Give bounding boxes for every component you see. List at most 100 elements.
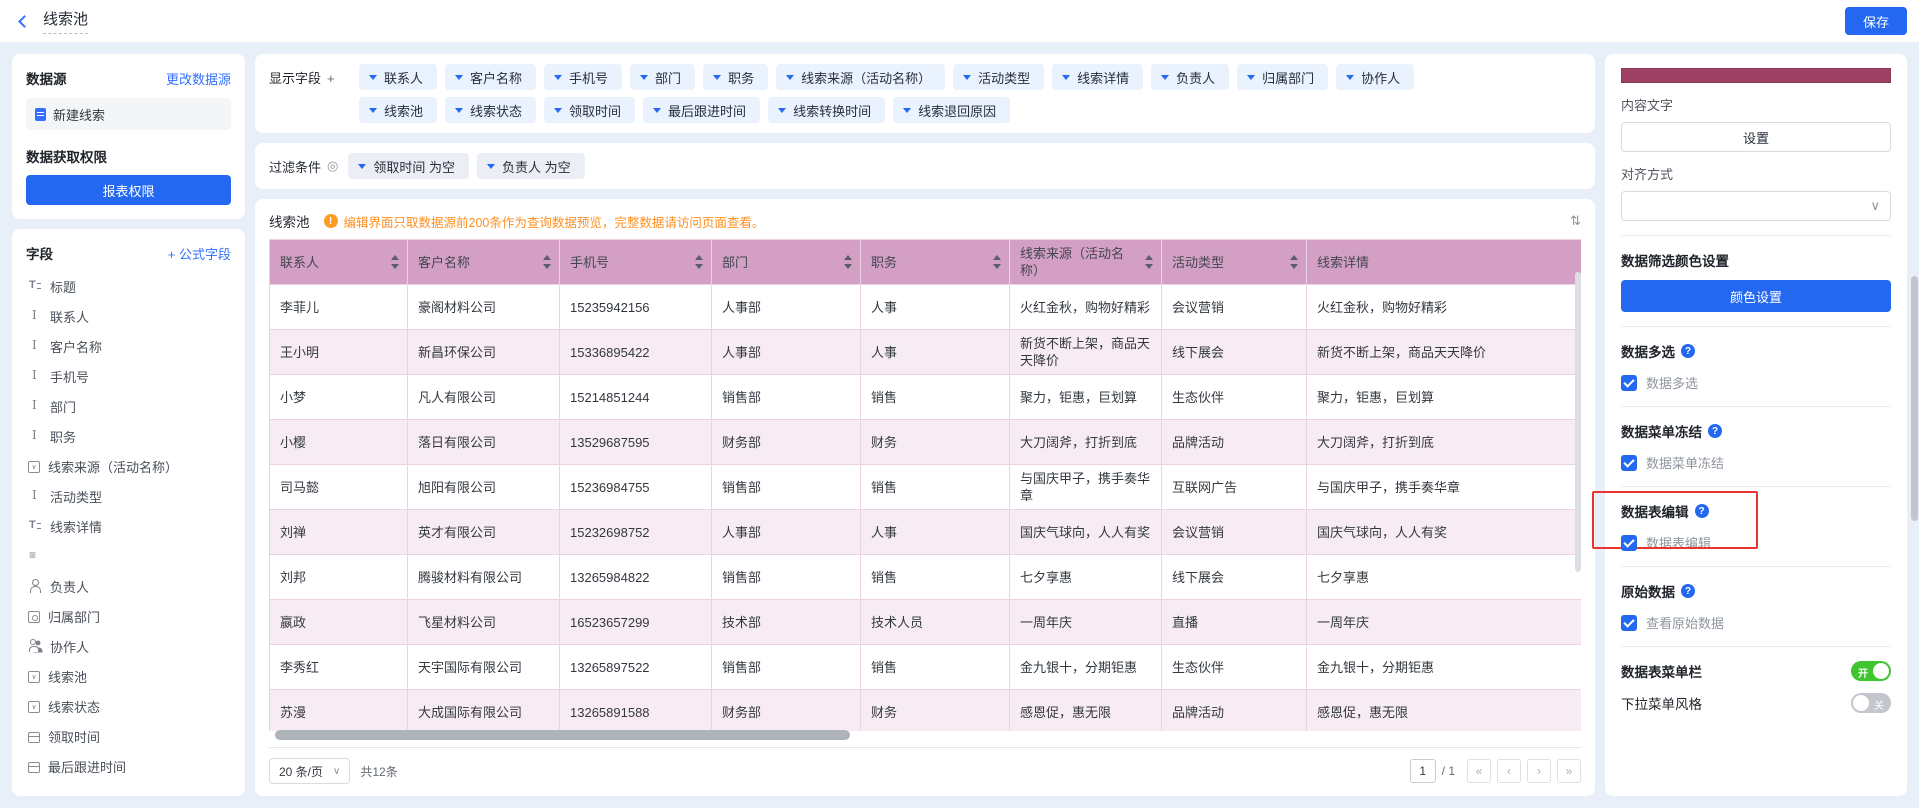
table-cell[interactable]: 大刀阔斧，打折到底 — [1010, 420, 1162, 465]
table-cell[interactable]: 互联网广告 — [1162, 465, 1307, 510]
table-cell[interactable]: 旭阳有限公司 — [408, 465, 560, 510]
filter-chip[interactable]: 领取时间 为空 — [348, 153, 469, 179]
field-item[interactable]: 线索状态 — [26, 691, 231, 721]
table-cell[interactable]: 天宇国际有限公司 — [408, 645, 560, 690]
field-item[interactable]: 归属部门 — [26, 601, 231, 631]
table-cell[interactable]: 王小明 — [270, 330, 408, 375]
table-cell[interactable]: 销售部 — [712, 465, 861, 510]
table-cell[interactable]: 司马懿 — [270, 465, 408, 510]
sort-order-icon[interactable]: ⇅ — [1570, 213, 1581, 229]
question-icon[interactable]: ? — [1708, 424, 1722, 438]
sort-icon[interactable] — [543, 255, 551, 269]
table-cell[interactable]: 小梦 — [270, 375, 408, 420]
table-cell[interactable]: 嬴政 — [270, 600, 408, 645]
table-cell[interactable]: 15336895422 — [560, 330, 712, 375]
sort-icon[interactable] — [391, 255, 399, 269]
table-cell[interactable]: 李菲儿 — [270, 285, 408, 330]
table-cell[interactable]: 人事 — [861, 285, 1010, 330]
table-cell[interactable]: 会议营销 — [1162, 285, 1307, 330]
table-cell[interactable]: 新货不断上架，商品天天降价 — [1307, 330, 1582, 375]
table-cell[interactable]: 销售 — [861, 555, 1010, 600]
checkbox-checked[interactable] — [1621, 615, 1637, 631]
datasource-item[interactable]: 新建线索 — [26, 98, 231, 130]
column-header[interactable]: 职务 — [861, 240, 1010, 285]
checkbox-checked[interactable] — [1621, 375, 1637, 391]
display-field-chip[interactable]: 线索状态 — [445, 97, 536, 123]
column-header[interactable]: 线索来源（活动名称） — [1010, 240, 1162, 285]
question-icon[interactable]: ? — [1681, 584, 1695, 598]
table-cell[interactable]: 生态伙伴 — [1162, 375, 1307, 420]
column-header[interactable]: 活动类型 — [1162, 240, 1307, 285]
field-item[interactable]: 手机号 — [26, 361, 231, 391]
table-cell[interactable]: 销售部 — [712, 555, 861, 600]
table-cell[interactable]: 与国庆甲子，携手奏华章 — [1307, 465, 1582, 510]
table-cell[interactable]: 品牌活动 — [1162, 420, 1307, 465]
table-cell[interactable]: 腾骏材料有限公司 — [408, 555, 560, 600]
checkbox-checked[interactable] — [1621, 455, 1637, 471]
display-field-chip[interactable]: 手机号 — [544, 64, 622, 90]
table-cell[interactable]: 火红金秋，购物好精彩 — [1307, 285, 1582, 330]
table-cell[interactable]: 财务 — [861, 690, 1010, 732]
table-cell[interactable]: 线下展会 — [1162, 330, 1307, 375]
last-page-button[interactable]: » — [1557, 759, 1581, 783]
table-cell[interactable]: 人事部 — [712, 285, 861, 330]
table-cell[interactable]: 人事 — [861, 330, 1010, 375]
field-item[interactable]: 标题 — [26, 271, 231, 301]
prev-page-button[interactable]: ‹ — [1497, 759, 1521, 783]
table-cell[interactable]: 财务部 — [712, 420, 861, 465]
sort-icon[interactable] — [993, 255, 1001, 269]
field-item[interactable]: 协作人 — [26, 631, 231, 661]
table-cell[interactable]: 国庆气球向，人人有奖 — [1307, 510, 1582, 555]
field-item[interactable]: 活动类型 — [26, 481, 231, 511]
table-cell[interactable]: 15235942156 — [560, 285, 712, 330]
field-item[interactable]: 线索详情 — [26, 511, 231, 541]
column-header[interactable]: 联系人 — [270, 240, 408, 285]
table-cell[interactable]: 聚力，钜惠，巨划算 — [1307, 375, 1582, 420]
field-item[interactable]: 负责人 — [26, 571, 231, 601]
table-cell[interactable]: 人事部 — [712, 330, 861, 375]
back-icon[interactable] — [18, 15, 31, 28]
sort-icon[interactable] — [695, 255, 703, 269]
field-item[interactable]: 线索来源（活动名称） — [26, 451, 231, 481]
table-cell[interactable]: 技术人员 — [861, 600, 1010, 645]
field-item[interactable]: 领取时间 — [26, 721, 231, 751]
column-header[interactable]: 线索详情 — [1307, 240, 1582, 285]
table-cell[interactable]: 15232698752 — [560, 510, 712, 555]
display-field-chip[interactable]: 领取时间 — [544, 97, 635, 123]
table-cell[interactable]: 与国庆甲子，携手奏华章 — [1010, 465, 1162, 510]
table-cell[interactable]: 刘禅 — [270, 510, 408, 555]
filter-target-icon[interactable]: ◎ — [327, 158, 338, 174]
table-cell[interactable]: 落日有限公司 — [408, 420, 560, 465]
table-cell[interactable]: 大成国际有限公司 — [408, 690, 560, 732]
table-cell[interactable]: 飞星材料公司 — [408, 600, 560, 645]
table-cell[interactable]: 13265984822 — [560, 555, 712, 600]
table-cell[interactable]: 金九银十，分期钜惠 — [1307, 645, 1582, 690]
table-cell[interactable]: 销售 — [861, 375, 1010, 420]
table-cell[interactable]: 聚力，钜惠，巨划算 — [1010, 375, 1162, 420]
display-field-chip[interactable]: 线索详情 — [1052, 64, 1143, 90]
table-cell[interactable]: 13529687595 — [560, 420, 712, 465]
table-cell[interactable]: 13265897522 — [560, 645, 712, 690]
display-field-chip[interactable]: 线索转换时间 — [768, 97, 885, 123]
table-cell[interactable]: 英才有限公司 — [408, 510, 560, 555]
table-cell[interactable]: 技术部 — [712, 600, 861, 645]
horizontal-scroll-thumb[interactable] — [275, 730, 850, 740]
change-datasource-link[interactable]: 更改数据源 — [166, 69, 231, 88]
table-cell[interactable]: 国庆气球向，人人有奖 — [1010, 510, 1162, 555]
table-cell[interactable]: 李秀红 — [270, 645, 408, 690]
table-cell[interactable]: 生态伙伴 — [1162, 645, 1307, 690]
field-item[interactable]: 客户名称 — [26, 331, 231, 361]
table-cell[interactable]: 品牌活动 — [1162, 690, 1307, 732]
sort-icon[interactable] — [1290, 255, 1298, 269]
filter-chip[interactable]: 负责人 为空 — [477, 153, 585, 179]
content-text-settings-button[interactable]: 设置 — [1621, 122, 1891, 152]
checkbox-checked[interactable] — [1621, 535, 1637, 551]
save-button[interactable]: 保存 — [1845, 7, 1907, 35]
display-field-chip[interactable]: 协作人 — [1336, 64, 1414, 90]
field-item[interactable]: 部门 — [26, 391, 231, 421]
table-cell[interactable]: 感恩促，惠无限 — [1010, 690, 1162, 732]
display-field-chip[interactable]: 部门 — [630, 64, 695, 90]
display-field-chip[interactable]: 客户名称 — [445, 64, 536, 90]
sort-icon[interactable] — [844, 255, 852, 269]
display-field-chip[interactable]: 联系人 — [359, 64, 437, 90]
